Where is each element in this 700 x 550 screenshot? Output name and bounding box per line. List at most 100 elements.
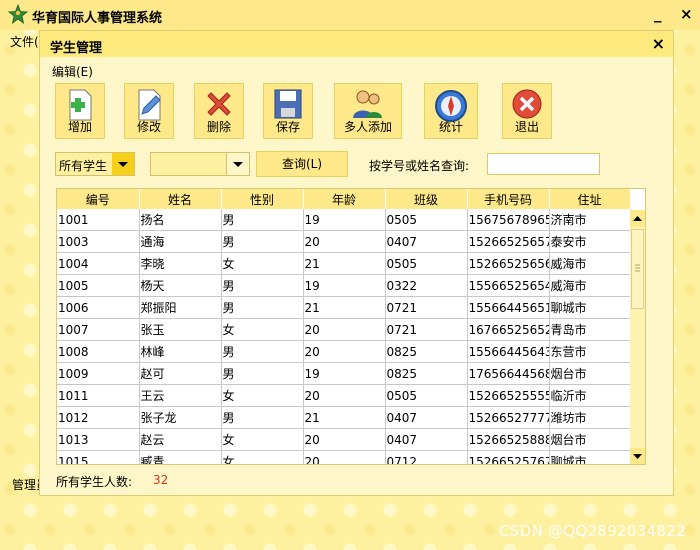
close-app-button[interactable]: × [680, 5, 693, 23]
table-cell[interactable]: 杨天 [139, 274, 222, 297]
table-cell[interactable]: 15266527777 [467, 406, 550, 429]
table-cell[interactable]: 1006 [57, 296, 140, 319]
table-cell[interactable]: 赵可 [139, 362, 222, 385]
table-cell[interactable]: 扬名 [139, 209, 222, 231]
table-cell[interactable]: 男 [221, 274, 304, 297]
table-cell[interactable]: 女 [221, 450, 304, 464]
table-cell[interactable]: 1001 [57, 209, 140, 231]
table-cell[interactable]: 男 [221, 340, 304, 363]
table-cell[interactable]: 15266525888 [467, 428, 550, 451]
table-cell[interactable]: 0825 [385, 362, 468, 385]
table-cell[interactable]: 张子龙 [139, 406, 222, 429]
table-cell[interactable]: 16766525652 [467, 318, 550, 341]
chevron-down-icon[interactable] [112, 153, 134, 175]
table-cell[interactable]: 聊城市 [549, 450, 631, 464]
table-row[interactable]: 1003 通海男 20 0407 15266525657 泰安市 [57, 230, 631, 253]
edit-button[interactable]: 修改 [124, 83, 174, 139]
delete-button[interactable]: 删除 [194, 83, 244, 139]
search-input[interactable] [487, 153, 600, 175]
table-cell[interactable]: 20 [303, 450, 386, 464]
table-cell[interactable]: 15266525555 [467, 384, 550, 407]
table-cell[interactable]: 0505 [385, 209, 468, 231]
menu-edit[interactable]: 编辑(E) [52, 63, 93, 80]
table-row[interactable]: 1011 王云女 20 0505 15266525555 临沂市 [57, 384, 631, 407]
table-cell[interactable]: 0322 [385, 274, 468, 297]
table-cell[interactable]: 女 [221, 318, 304, 341]
stats-button[interactable]: 统计 [424, 83, 478, 139]
table-cell[interactable]: 15266525656 [467, 252, 550, 275]
table-cell[interactable]: 男 [221, 209, 304, 231]
add-button[interactable]: 增加 [55, 83, 105, 139]
table-cell[interactable]: 男 [221, 230, 304, 253]
table-cell[interactable]: 威海市 [549, 274, 631, 297]
table-cell[interactable]: 女 [221, 428, 304, 451]
table-cell[interactable]: 19 [303, 209, 386, 231]
column-header[interactable]: 年龄 [303, 189, 386, 209]
table-cell[interactable]: 0407 [385, 406, 468, 429]
column-header[interactable]: 住址 [549, 189, 631, 209]
column-header[interactable]: 姓名 [139, 189, 222, 209]
table-cell[interactable]: 1011 [57, 384, 140, 407]
menu-file[interactable]: 文件( [10, 33, 39, 50]
table-cell[interactable]: 男 [221, 296, 304, 319]
scope-select[interactable]: 所有学生 [55, 152, 135, 176]
table-row[interactable]: 1015 臧青女 20 0712 15266525767 聊城市 [57, 450, 631, 464]
minimize-button[interactable]: _ [654, 5, 662, 23]
table-cell[interactable]: 1013 [57, 428, 140, 451]
table-cell[interactable]: 1004 [57, 252, 140, 275]
table-cell[interactable]: 20 [303, 384, 386, 407]
table-cell[interactable]: 1009 [57, 362, 140, 385]
column-header[interactable]: 性别 [221, 189, 304, 209]
table-row[interactable]: 1007 张玉女 20 0721 16766525652 青岛市 [57, 318, 631, 341]
table-row[interactable]: 1004 李晓女 21 0505 15266525656 威海市 [57, 252, 631, 275]
table-cell[interactable]: 张玉 [139, 318, 222, 341]
table-cell[interactable]: 威海市 [549, 252, 631, 275]
table-cell[interactable]: 1005 [57, 274, 140, 297]
column-header[interactable]: 班级 [385, 189, 468, 209]
table-row[interactable]: 1008 林峰男 20 0825 15566445643 东营市 [57, 340, 631, 363]
table-cell[interactable]: 21 [303, 406, 386, 429]
table-cell[interactable]: 济南市 [549, 209, 631, 231]
table-cell[interactable]: 0407 [385, 230, 468, 253]
table-cell[interactable]: 1008 [57, 340, 140, 363]
table-row[interactable]: 1001 扬名男 19 0505 15675678965 济南市 [57, 209, 631, 231]
table-cell[interactable]: 聊城市 [549, 296, 631, 319]
table-cell[interactable]: 21 [303, 296, 386, 319]
table-cell[interactable]: 0407 [385, 428, 468, 451]
table-cell[interactable]: 李晓 [139, 252, 222, 275]
table-cell[interactable]: 东营市 [549, 340, 631, 363]
class-select[interactable] [150, 152, 250, 176]
table-cell[interactable]: 0825 [385, 340, 468, 363]
table-cell[interactable]: 0721 [385, 296, 468, 319]
chevron-down-icon[interactable] [226, 153, 249, 175]
table-cell[interactable]: 林峰 [139, 340, 222, 363]
table-cell[interactable]: 0505 [385, 252, 468, 275]
table-cell[interactable]: 1015 [57, 450, 140, 464]
table-cell[interactable]: 赵云 [139, 428, 222, 451]
table-row[interactable]: 1009 赵可男 19 0825 17656644568 烟台市 [57, 362, 631, 385]
scroll-down-button[interactable] [630, 448, 645, 464]
multi-add-button[interactable]: 多人添加 [334, 83, 402, 139]
table-cell[interactable]: 临沂市 [549, 384, 631, 407]
table-cell[interactable]: 女 [221, 252, 304, 275]
table-cell[interactable]: 1007 [57, 318, 140, 341]
scroll-thumb[interactable] [631, 229, 644, 309]
table-cell[interactable]: 0505 [385, 384, 468, 407]
table-cell[interactable]: 潍坊市 [549, 406, 631, 429]
table-cell[interactable]: 20 [303, 340, 386, 363]
table-cell[interactable]: 郑振阳 [139, 296, 222, 319]
table-row[interactable]: 1006 郑振阳男 21 0721 15566445651 聊城市 [57, 296, 631, 319]
table-cell[interactable]: 女 [221, 384, 304, 407]
dialog-close-button[interactable]: × [652, 34, 665, 53]
table-cell[interactable]: 臧青 [139, 450, 222, 464]
table-cell[interactable]: 男 [221, 406, 304, 429]
column-header[interactable]: 手机号码 [467, 189, 550, 209]
table-cell[interactable]: 1012 [57, 406, 140, 429]
table-cell[interactable]: 15266525657 [467, 230, 550, 253]
exit-button[interactable]: 退出 [502, 83, 552, 139]
query-button[interactable]: 查询(L) [256, 151, 348, 177]
table-row[interactable]: 1005 杨天男 19 0322 15566525654 威海市 [57, 274, 631, 297]
table-cell[interactable]: 17656644568 [467, 362, 550, 385]
table-cell[interactable]: 泰安市 [549, 230, 631, 253]
table-cell[interactable]: 15566525654 [467, 274, 550, 297]
